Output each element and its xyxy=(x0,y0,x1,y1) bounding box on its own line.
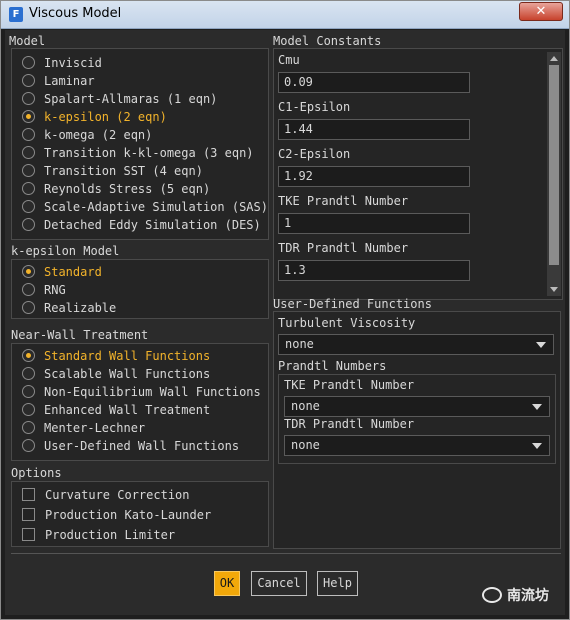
footer-divider xyxy=(11,553,561,554)
udf-group-title: User-Defined Functions xyxy=(273,297,432,311)
dropdown-arrow-icon xyxy=(536,342,546,348)
radio-label: Standard xyxy=(44,265,102,279)
cmu-label: Cmu xyxy=(278,53,300,67)
radio-button[interactable] xyxy=(22,182,35,195)
radio-button[interactable] xyxy=(22,200,35,213)
radio-label: Menter-Lechner xyxy=(44,421,146,435)
checkbox[interactable] xyxy=(22,528,35,541)
tdr-prandtl-input[interactable]: 1.3 xyxy=(278,260,470,281)
watermark: 南流坊 xyxy=(482,585,549,605)
c2-epsilon-label: C2-Epsilon xyxy=(278,147,351,161)
constants-group: Cmu 0.09 C1-Epsilon 1.44 C2-Epsilon 1.92… xyxy=(273,48,563,300)
constants-scrollbar[interactable] xyxy=(547,52,561,296)
turbulent-viscosity-label: Turbulent Viscosity xyxy=(278,316,416,330)
scroll-up-arrow-icon[interactable] xyxy=(550,56,558,61)
radio-label: Realizable xyxy=(44,301,117,315)
radio-button[interactable] xyxy=(22,403,35,416)
radio-label: Scalable Wall Functions xyxy=(44,367,211,381)
select-value: none xyxy=(291,438,320,452)
radio-label: Detached Eddy Simulation (DES) xyxy=(44,218,261,232)
radio-label: Transition SST (4 eqn) xyxy=(44,164,203,178)
radio-label: Laminar xyxy=(44,74,95,88)
model-group: Inviscid Laminar Spalart-Allmaras (1 eqn… xyxy=(11,48,269,240)
radio-label: Spalart-Allmaras (1 eqn) xyxy=(44,92,218,106)
radio-button[interactable] xyxy=(22,164,35,177)
radio-button[interactable] xyxy=(22,128,35,141)
app-icon: F xyxy=(9,7,23,22)
radio-button[interactable] xyxy=(22,349,35,362)
scroll-thumb[interactable] xyxy=(549,65,559,265)
radio-button[interactable] xyxy=(22,146,35,159)
c1-epsilon-label: C1-Epsilon xyxy=(278,100,351,114)
select-value: none xyxy=(285,337,314,351)
c2-epsilon-input[interactable]: 1.92 xyxy=(278,166,470,187)
radio-button[interactable] xyxy=(22,385,35,398)
radio-label: Enhanced Wall Treatment xyxy=(44,403,211,417)
checkbox-label: Production Limiter xyxy=(45,528,176,542)
tdr-prandtl-label: TDR Prandtl Number xyxy=(278,241,409,255)
watermark-text: 南流坊 xyxy=(507,588,549,604)
radio-button[interactable] xyxy=(22,74,35,87)
model-group-title: Model xyxy=(9,34,46,48)
ke-model-group: Standard RNG Realizable xyxy=(11,259,269,319)
radio-button[interactable] xyxy=(22,283,35,296)
radio-label: Scale-Adaptive Simulation (SAS) xyxy=(44,200,268,214)
tke-prandtl-input[interactable]: 1 xyxy=(278,213,470,234)
viscous-model-dialog: F Viscous Model ✕ Model Inviscid Laminar… xyxy=(0,0,570,620)
near-wall-group-title: Near-Wall Treatment xyxy=(11,328,149,342)
dropdown-arrow-icon xyxy=(532,443,542,449)
prandtl-numbers-title: Prandtl Numbers xyxy=(278,359,387,373)
radio-label: Transition k-kl-omega (3 eqn) xyxy=(44,146,254,160)
options-group-title: Options xyxy=(11,466,62,480)
checkbox[interactable] xyxy=(22,508,35,521)
c1-epsilon-input[interactable]: 1.44 xyxy=(278,119,470,140)
udf-group: Turbulent Viscosity none Prandtl Numbers… xyxy=(273,311,561,549)
close-button[interactable]: ✕ xyxy=(519,2,563,21)
title-bar: F Viscous Model ✕ xyxy=(1,1,569,29)
checkbox-label: Curvature Correction xyxy=(45,488,190,502)
radio-label: Inviscid xyxy=(44,56,102,70)
ke-model-group-title: k-epsilon Model xyxy=(11,244,120,258)
udf-tdr-prandtl-select[interactable]: none xyxy=(284,435,550,456)
tke-prandtl-label: TKE Prandtl Number xyxy=(278,194,409,208)
ok-button[interactable]: OK xyxy=(214,571,240,596)
udf-tke-prandtl-label: TKE Prandtl Number xyxy=(284,378,415,392)
dialog-body: Model Inviscid Laminar Spalart-Allmaras … xyxy=(5,30,565,615)
radio-button[interactable] xyxy=(22,92,35,105)
radio-label: User-Defined Wall Functions xyxy=(44,439,240,453)
radio-label: Reynolds Stress (5 eqn) xyxy=(44,182,211,196)
radio-button[interactable] xyxy=(22,421,35,434)
window-title: Viscous Model xyxy=(29,6,122,21)
radio-button[interactable] xyxy=(22,56,35,69)
radio-button[interactable] xyxy=(22,439,35,452)
near-wall-group: Standard Wall Functions Scalable Wall Fu… xyxy=(11,343,269,461)
wechat-icon xyxy=(482,587,502,603)
radio-button[interactable] xyxy=(22,367,35,380)
radio-button[interactable] xyxy=(22,265,35,278)
options-group: Curvature Correction Production Kato-Lau… xyxy=(11,481,269,547)
turbulent-viscosity-select[interactable]: none xyxy=(278,334,554,355)
radio-label: k-epsilon (2 eqn) xyxy=(44,110,167,124)
radio-button[interactable] xyxy=(22,218,35,231)
checkbox-label: Production Kato-Launder xyxy=(45,508,212,522)
udf-tdr-prandtl-label: TDR Prandtl Number xyxy=(284,417,415,431)
radio-label: Non-Equilibrium Wall Functions xyxy=(44,385,261,399)
radio-label: Standard Wall Functions xyxy=(44,349,211,363)
udf-tke-prandtl-select[interactable]: none xyxy=(284,396,550,417)
select-value: none xyxy=(291,399,320,413)
checkbox[interactable] xyxy=(22,488,35,501)
constants-group-title: Model Constants xyxy=(273,34,382,48)
radio-button[interactable] xyxy=(22,110,35,123)
help-button[interactable]: Help xyxy=(317,571,358,596)
scroll-down-arrow-icon[interactable] xyxy=(550,287,558,292)
cmu-input[interactable]: 0.09 xyxy=(278,72,470,93)
radio-label: RNG xyxy=(44,283,66,297)
dropdown-arrow-icon xyxy=(532,404,542,410)
radio-button[interactable] xyxy=(22,301,35,314)
prandtl-numbers-group: TKE Prandtl Number none TDR Prandtl Numb… xyxy=(278,374,556,464)
cancel-button[interactable]: Cancel xyxy=(251,571,307,596)
radio-label: k-omega (2 eqn) xyxy=(44,128,153,142)
